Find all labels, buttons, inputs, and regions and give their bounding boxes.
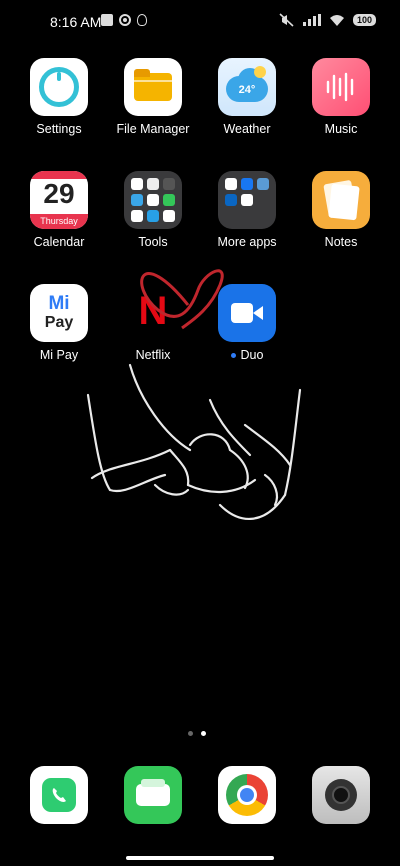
app-settings[interactable]: Settings bbox=[12, 58, 106, 136]
app-label: Music bbox=[324, 122, 358, 136]
folder-tools[interactable]: Tools bbox=[106, 171, 200, 249]
clock: 8:16 AM bbox=[50, 14, 102, 30]
app-label: Calendar bbox=[33, 235, 85, 249]
bulb-icon bbox=[137, 14, 147, 26]
chrome-icon[interactable] bbox=[218, 766, 276, 824]
app-label: Weather bbox=[223, 122, 271, 136]
app-label: Tools bbox=[138, 235, 168, 249]
tools-folder-icon bbox=[124, 171, 182, 229]
app-label: Settings bbox=[36, 122, 82, 136]
app-notes[interactable]: Notes bbox=[294, 171, 388, 249]
app-file-manager[interactable]: File Manager bbox=[106, 58, 200, 136]
app-label: File Manager bbox=[116, 122, 190, 136]
wallpaper-heart-hands-illustration bbox=[86, 269, 302, 520]
status-bar: 8:16 AM 100 bbox=[0, 0, 400, 44]
app-label: More apps bbox=[217, 235, 277, 249]
page-dot-2[interactable] bbox=[201, 731, 206, 736]
weather-icon: 24° bbox=[218, 58, 276, 116]
page-dot-1[interactable] bbox=[188, 731, 193, 736]
app-weather[interactable]: 24° Weather bbox=[200, 58, 294, 136]
messages-icon[interactable] bbox=[124, 766, 182, 824]
screenshot-notification-icon bbox=[101, 14, 113, 26]
music-icon bbox=[312, 58, 370, 116]
settings-icon bbox=[30, 58, 88, 116]
weather-temp: 24° bbox=[238, 84, 256, 96]
calendar-day: 29 bbox=[43, 178, 75, 209]
mute-vibrate-icon bbox=[279, 13, 294, 27]
page-indicator[interactable] bbox=[188, 731, 206, 736]
app-label: Notes bbox=[324, 235, 358, 249]
notification-icons bbox=[101, 14, 147, 26]
folder-more-apps[interactable]: More apps bbox=[200, 171, 294, 249]
folder-icon bbox=[124, 58, 182, 116]
system-icons: 100 bbox=[279, 13, 376, 27]
more-apps-folder-icon bbox=[218, 171, 276, 229]
app-calendar[interactable]: 29 Thursday Calendar bbox=[12, 171, 106, 249]
wifi-icon bbox=[329, 15, 344, 26]
battery-indicator: 100 bbox=[352, 14, 376, 26]
calendar-weekday: Thursday bbox=[30, 214, 88, 229]
calendar-icon: 29 Thursday bbox=[30, 171, 88, 229]
home-indicator[interactable] bbox=[126, 856, 274, 860]
notes-icon bbox=[312, 171, 370, 229]
signal-icon bbox=[302, 14, 321, 26]
app-music[interactable]: Music bbox=[294, 58, 388, 136]
data-saver-icon bbox=[119, 14, 131, 26]
phone-icon[interactable] bbox=[30, 766, 88, 824]
camera-icon[interactable] bbox=[312, 766, 370, 824]
